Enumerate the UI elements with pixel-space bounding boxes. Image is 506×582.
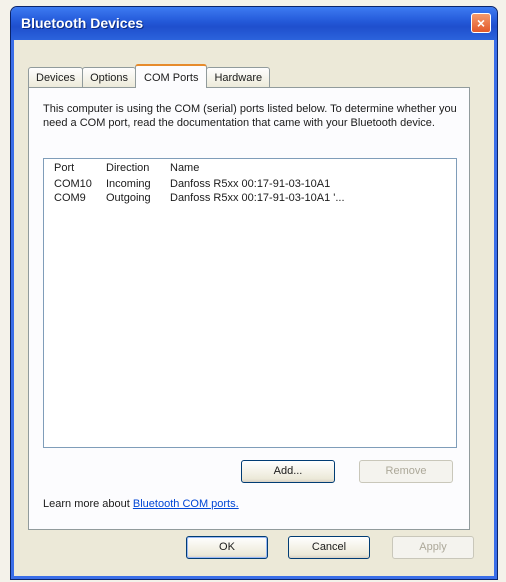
learn-more-prefix: Learn more about [43, 498, 130, 510]
add-button[interactable]: Add... [241, 460, 335, 483]
row-port: COM9 [54, 192, 86, 204]
close-button[interactable]: × [471, 13, 491, 33]
tab-devices[interactable]: Devices [28, 67, 84, 88]
com-ports-panel: This computer is using the COM (serial) … [28, 87, 470, 530]
apply-button[interactable]: Apply [392, 536, 474, 559]
row-name: Danfoss R5xx 00:17-91-03-10A1 [170, 178, 331, 190]
row-direction: Outgoing [106, 192, 151, 204]
com-ports-list[interactable]: Port Direction Name COM10 Incoming Danfo… [43, 158, 457, 448]
row-direction: Incoming [106, 178, 151, 190]
ok-button[interactable]: OK [186, 536, 268, 559]
row-name: Danfoss R5xx 00:17-91-03-10A1 '... [170, 192, 345, 204]
tab-hardware[interactable]: Hardware [206, 67, 271, 88]
table-row[interactable]: COM9 Outgoing Danfoss R5xx 00:17-91-03-1… [44, 191, 456, 205]
list-header: Port Direction Name [44, 159, 456, 177]
remove-button[interactable]: Remove [359, 460, 453, 483]
title-bar[interactable]: Bluetooth Devices × [11, 7, 497, 40]
close-icon: × [476, 15, 486, 31]
column-header-name[interactable]: Name [166, 162, 456, 174]
tab-options[interactable]: Options [82, 67, 137, 88]
column-header-direction[interactable]: Direction [102, 162, 166, 174]
intro-text: This computer is using the COM (serial) … [43, 103, 457, 129]
window-title: Bluetooth Devices [21, 15, 144, 31]
table-row[interactable]: COM10 Incoming Danfoss R5xx 00:17-91-03-… [44, 177, 456, 191]
learn-more-text: Learn more about Bluetooth COM ports. [43, 498, 239, 510]
row-port: COM10 [54, 178, 92, 190]
tab-strip: Devices Options COM Ports Hardware [28, 62, 271, 88]
dialog-client-area: Devices Options COM Ports Hardware This … [14, 40, 494, 576]
tab-com-ports[interactable]: COM Ports [135, 64, 208, 88]
bluetooth-com-ports-link[interactable]: Bluetooth COM ports. [133, 498, 239, 510]
cancel-button[interactable]: Cancel [288, 536, 370, 559]
column-header-port[interactable]: Port [44, 162, 102, 174]
bluetooth-devices-dialog: Bluetooth Devices × Devices Options COM … [10, 6, 498, 580]
